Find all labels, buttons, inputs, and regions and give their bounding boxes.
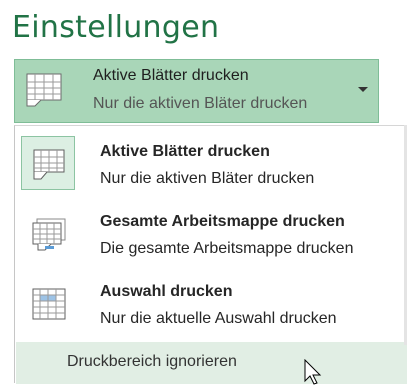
selected-option-title: Aktive Blätter drucken xyxy=(93,67,249,84)
option-title: Gesamte Arbeitsmappe drucken xyxy=(100,213,345,230)
selection-icon xyxy=(32,288,66,327)
option-subtitle: Nur die aktiven Bläter drucken xyxy=(100,170,315,187)
ignore-print-area-label: Druckbereich ignorieren xyxy=(67,353,237,370)
option-active-sheets[interactable]: Aktive Blätter drucken Nur die aktiven B… xyxy=(15,130,407,200)
option-title: Auswahl drucken xyxy=(100,283,233,300)
print-what-dropdown[interactable]: Aktive Blätter drucken Nur die aktiven B… xyxy=(14,59,379,123)
option-entire-workbook[interactable]: Gesamte Arbeitsmappe drucken Die gesamte… xyxy=(15,200,407,270)
option-icon-box xyxy=(21,206,75,260)
workbook-icon xyxy=(32,218,66,257)
active-sheets-icon xyxy=(33,149,65,186)
ignore-print-area-item[interactable]: Druckbereich ignorieren xyxy=(16,342,407,384)
mouse-pointer-icon xyxy=(304,358,344,390)
sheet-icon xyxy=(25,72,65,113)
selected-option-subtitle: Nur die aktiven Bläter drucken xyxy=(93,95,308,112)
section-heading: Einstellungen xyxy=(12,10,220,45)
dropdown-arrow-icon[interactable] xyxy=(358,87,368,92)
option-subtitle: Nur die aktuelle Auswahl drucken xyxy=(100,310,337,327)
option-subtitle: Die gesamte Arbeitsmappe drucken xyxy=(100,240,354,257)
option-title: Aktive Blätter drucken xyxy=(100,143,270,160)
option-icon-box xyxy=(21,136,75,190)
option-print-selection[interactable]: Auswahl drucken Nur die aktuelle Auswahl… xyxy=(15,270,407,340)
print-options-menu: Aktive Blätter drucken Nur die aktiven B… xyxy=(14,125,407,384)
option-icon-box xyxy=(21,276,75,330)
